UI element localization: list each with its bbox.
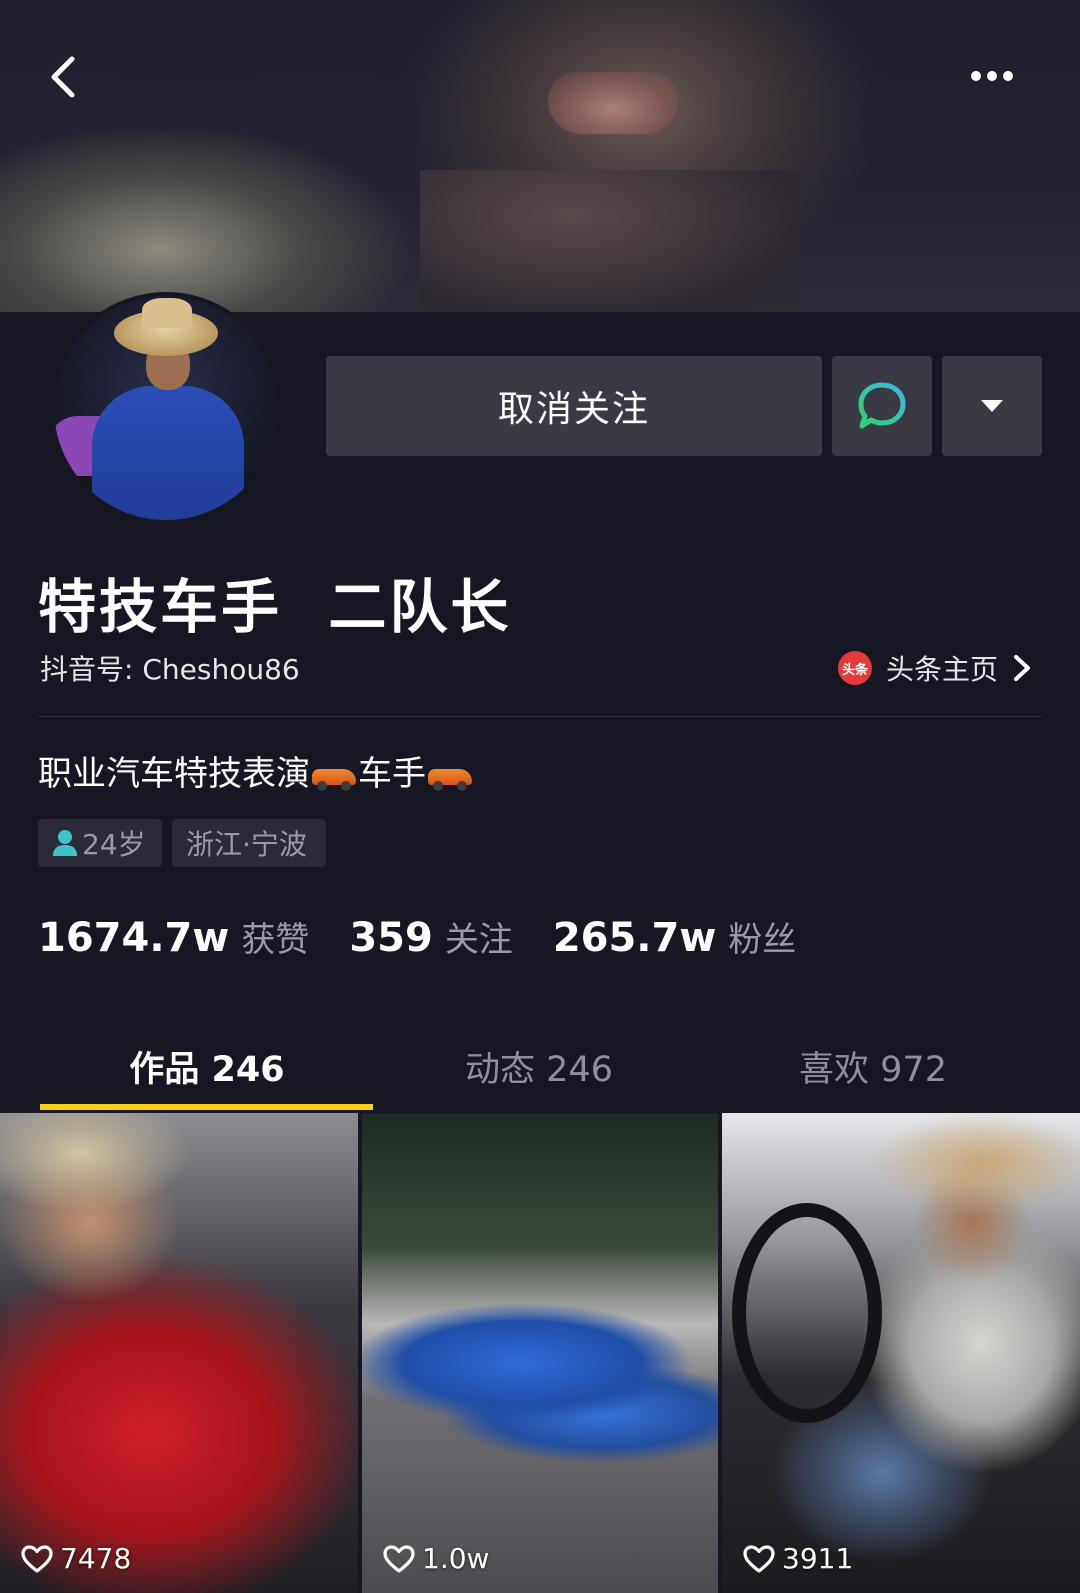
cover-image	[0, 0, 1080, 312]
tab-activity[interactable]: 动态 246	[372, 1028, 706, 1104]
toutiao-link-label: 头条主页	[886, 653, 999, 686]
racing-car-emoji-icon	[428, 768, 472, 791]
chevron-right-icon	[1014, 655, 1031, 681]
stat-following[interactable]: 359 关注	[349, 912, 513, 961]
nickname: 特技车手 二队长	[38, 573, 512, 641]
age-tag: 24岁	[38, 819, 162, 867]
toutiao-logo-icon: 头条	[838, 651, 872, 685]
stat-likes: 1674.7w 获赞	[38, 912, 309, 961]
profile-page: 取消关注 特技车手 二队长 抖音号: Cheshou86 头条 头条主页 职业汽…	[0, 0, 1080, 1593]
bio-text-2: 车手	[358, 754, 426, 794]
video-like-count: 1.0w	[382, 1542, 489, 1575]
video-like-count: 7478	[20, 1542, 131, 1575]
tab-likes[interactable]: 喜欢 972	[706, 1028, 1040, 1104]
heart-icon	[743, 1544, 775, 1573]
stat-value: 265.7w	[552, 915, 717, 961]
active-tab-indicator	[40, 1104, 373, 1110]
heart-icon	[383, 1544, 415, 1573]
video-thumbnail[interactable]: 7478	[0, 1113, 358, 1593]
video-grid: 7478 1.0w 3911	[0, 1113, 1080, 1593]
message-button[interactable]	[832, 356, 932, 456]
toutiao-homepage-link[interactable]: 头条 头条主页	[838, 648, 1034, 688]
like-count-label: 7478	[60, 1542, 132, 1575]
chat-bubble-icon	[858, 382, 906, 429]
stat-label: 获赞	[241, 920, 310, 960]
more-dots-icon	[971, 71, 1013, 81]
chevron-left-icon	[51, 56, 75, 98]
bio-text: 职业汽车特技表演	[38, 754, 310, 794]
stat-label: 粉丝	[728, 920, 797, 960]
tab-works[interactable]: 作品 246	[40, 1028, 374, 1104]
like-count-label: 1.0w	[422, 1542, 490, 1575]
stat-value: 359	[349, 915, 433, 961]
more-options-button[interactable]	[942, 356, 1042, 456]
stat-followers[interactable]: 265.7w 粉丝	[553, 912, 796, 961]
avatar[interactable]	[50, 292, 282, 524]
racing-car-emoji-icon	[312, 768, 356, 791]
video-thumbnail[interactable]: 1.0w	[362, 1113, 718, 1593]
stats-row: 1674.7w 获赞 359 关注 265.7w 粉丝	[38, 912, 836, 961]
like-count-label: 3911	[782, 1542, 854, 1575]
video-like-count: 3911	[742, 1542, 853, 1575]
unfollow-button[interactable]: 取消关注	[326, 356, 822, 456]
person-icon	[53, 830, 77, 856]
content-tabs: 作品 246 动态 246 喜欢 972	[0, 1028, 1080, 1112]
heart-icon	[21, 1544, 53, 1573]
douyin-id: 抖音号: Cheshou86	[40, 653, 300, 686]
more-menu-button[interactable]	[960, 56, 1024, 96]
location-tag-label: 浙江·宁波	[186, 828, 307, 861]
age-tag-label: 24岁	[82, 828, 146, 861]
video-thumbnail[interactable]: 3911	[722, 1113, 1080, 1593]
stat-label: 关注	[444, 920, 513, 960]
divider	[38, 716, 1042, 717]
bio: 职业汽车特技表演 车手	[38, 746, 474, 795]
location-tag: 浙江·宁波	[172, 819, 326, 867]
stat-value: 1674.7w	[38, 915, 230, 961]
back-button[interactable]	[36, 50, 90, 104]
caret-down-icon	[981, 400, 1003, 412]
